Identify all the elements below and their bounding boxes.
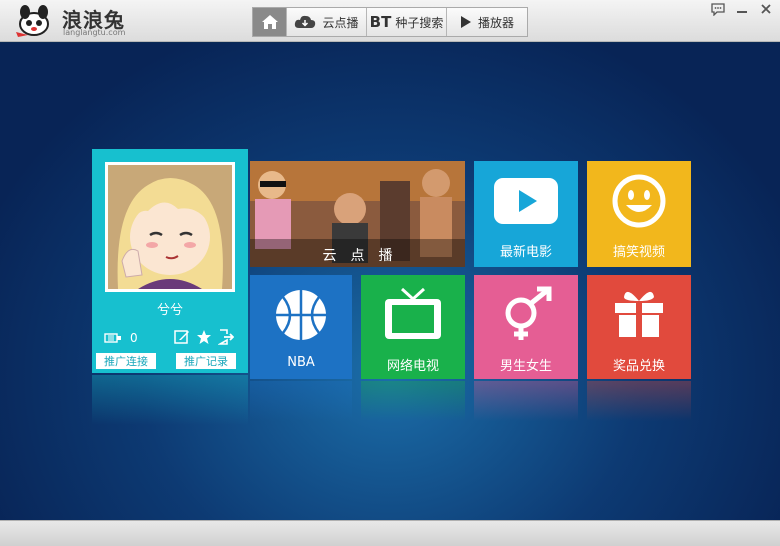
anime-avatar-icon (108, 165, 232, 289)
tile-boys-girls[interactable]: 男生女生 (474, 275, 578, 379)
coin-stat: 0 (104, 331, 138, 345)
tile-latest-movies[interactable]: 最新电影 (474, 161, 578, 267)
nav-cloud-label: 云点播 (322, 15, 359, 30)
smiley-icon (612, 174, 666, 228)
status-bar (0, 520, 780, 546)
cloud-icon (295, 15, 316, 28)
basketball-icon (276, 290, 326, 340)
avatar[interactable] (105, 162, 235, 292)
tile-tv-label: 网络电视 (386, 359, 439, 374)
tile-cloud-label: 云点播 (322, 248, 407, 264)
minimize-icon (737, 11, 747, 13)
promo-record-button[interactable]: 推广记录 (176, 353, 236, 369)
tile-gender-label: 男生女生 (499, 359, 552, 374)
top-nav: 云点播 BT 种子搜索 播放器 (252, 7, 528, 37)
coin-icon (104, 333, 121, 343)
prize-reflection (587, 381, 691, 421)
tile-cloud-vod[interactable]: 云点播 (250, 161, 465, 267)
play-icon (460, 16, 471, 28)
tile-funny-label: 搞笑视频 (612, 245, 665, 260)
star-icon[interactable] (196, 329, 212, 345)
minimize-button[interactable] (734, 2, 750, 16)
gender-icon (505, 286, 552, 340)
rabbit-logo-icon (16, 5, 49, 37)
profile-buttons: 推广连接 推广记录 (96, 353, 236, 369)
home-icon (261, 15, 278, 29)
nav-player-button[interactable]: 播放器 (447, 8, 527, 36)
tile-movies-label: 最新电影 (499, 245, 552, 260)
nba-reflection (250, 381, 352, 421)
close-button[interactable] (758, 2, 774, 16)
tile-funny-videos[interactable]: 搞笑视频 (587, 161, 691, 267)
nav-player-label: 播放器 (477, 15, 514, 30)
username: 兮兮 (156, 303, 183, 318)
logout-icon[interactable] (218, 329, 234, 345)
nav-bt-search-button[interactable]: BT 种子搜索 (367, 8, 447, 36)
nav-home-button[interactable] (253, 8, 287, 36)
profile-actions (174, 329, 234, 345)
nav-cloud-button[interactable]: 云点播 (287, 8, 367, 36)
gender-reflection (474, 381, 578, 421)
window-controls (710, 2, 774, 16)
chat-icon (711, 2, 725, 16)
tv-icon (385, 287, 441, 339)
tile-prize-exchange[interactable]: 奖品兑换 (587, 275, 691, 379)
main-area: 兮兮 0 推广连接 推广记录 云点播 最新电影 搞笑视频 NBA 网络电视 男生… (0, 43, 780, 520)
tile-nba-label: NBA (287, 355, 315, 370)
promo-link-button[interactable]: 推广连接 (96, 353, 156, 369)
tile-web-tv[interactable]: 网络电视 (361, 275, 465, 379)
tile-nba[interactable]: NBA (250, 275, 352, 379)
edit-icon[interactable] (174, 329, 190, 345)
feedback-button[interactable] (710, 2, 726, 16)
bt-mark: BT (369, 13, 392, 31)
tile-prize-label: 奖品兑换 (612, 359, 665, 374)
play-button-icon (494, 178, 558, 224)
profile-reflection (92, 375, 248, 425)
title-bar: 浪浪兔 langlangtu.com 云点播 BT 种子搜索 播放器 (0, 0, 780, 42)
app-url: langlangtu.com (63, 28, 126, 37)
close-icon (761, 4, 771, 14)
gift-icon (615, 291, 663, 337)
profile-card: 兮兮 0 推广连接 推广记录 (92, 149, 248, 373)
coin-count: 0 (130, 331, 138, 345)
nav-bt-label: 种子搜索 (395, 15, 444, 30)
tv-reflection (361, 381, 465, 421)
